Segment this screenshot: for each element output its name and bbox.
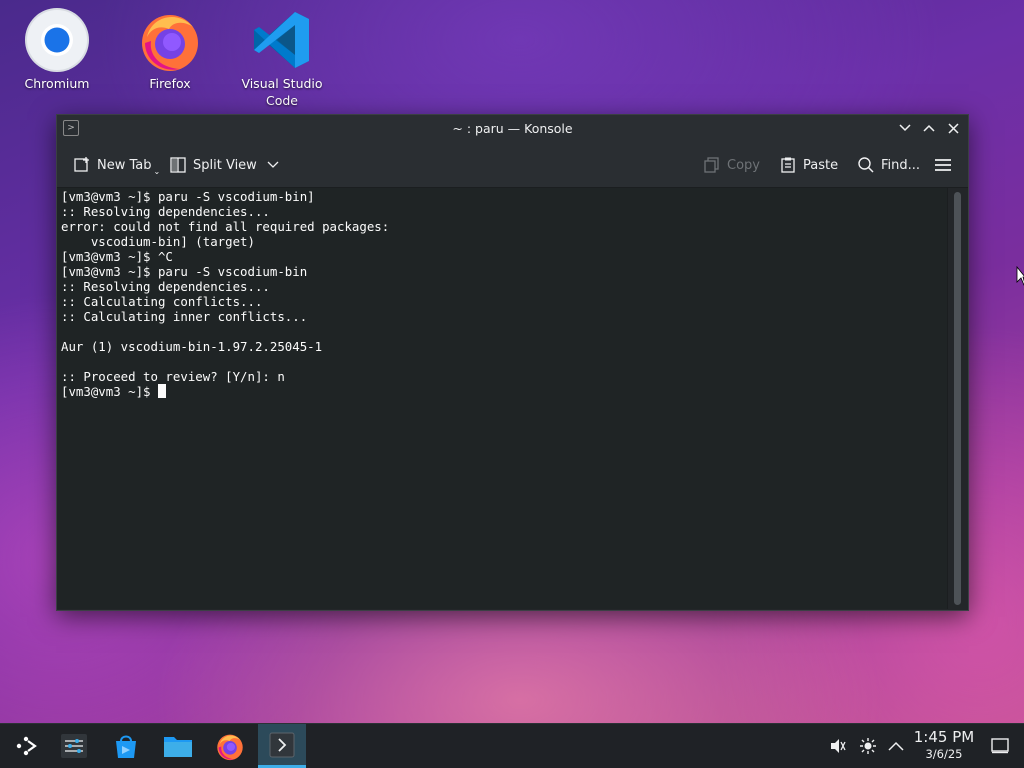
new-tab-label: New Tab <box>97 157 152 173</box>
terminal-line: error: could not find all required packa… <box>61 219 390 234</box>
taskbar-konsole[interactable] <box>258 724 306 768</box>
taskbar-discover[interactable] <box>102 724 150 768</box>
desktop-icon-chromium[interactable]: Chromium <box>7 7 107 92</box>
copy-label: Copy <box>727 157 760 173</box>
terminal-icon <box>269 732 295 757</box>
clock-time: 1:45 PM <box>913 728 975 746</box>
brightness-icon <box>860 738 876 754</box>
maximize-button[interactable] <box>920 118 938 138</box>
close-icon <box>947 122 959 134</box>
terminal-line: :: Resolving dependencies... <box>61 204 270 219</box>
desktop-icon-vscode[interactable]: Visual Studio Code <box>232 7 332 109</box>
terminal-line: :: Calculating inner conflicts... <box>61 309 308 324</box>
scrollbar-thumb[interactable] <box>954 192 961 605</box>
mouse-cursor-icon <box>1016 265 1024 290</box>
terminal-prompt-line: [vm3@vm3 ~]$ <box>57 384 947 399</box>
vscode-icon <box>249 7 315 73</box>
new-tab-button[interactable]: New Tab ⌄ <box>73 154 160 176</box>
terminal-line: :: Proceed to review? [Y/n]: n <box>61 369 285 384</box>
window-title: ~ : paru — Konsole <box>452 121 573 136</box>
show-desktop-button[interactable] <box>990 736 1010 756</box>
firefox-icon <box>217 734 243 761</box>
menu-button[interactable] <box>934 154 952 176</box>
digital-clock[interactable]: 1:45 PM 3/6/25 <box>912 728 976 761</box>
split-view-label: Split View <box>193 157 257 173</box>
copy-icon <box>704 157 719 173</box>
paste-icon <box>781 157 795 173</box>
konsole-window: > ~ : paru — Konsole New Tab ⌄ Split Vie… <box>56 114 969 611</box>
chromium-icon <box>24 7 90 73</box>
terminal-line: [vm3@vm3 ~]$ paru -S vscodium-bin <box>61 264 308 279</box>
terminal-line: :: Calculating conflicts... <box>61 294 263 309</box>
desktop-icon-label: Chromium <box>24 76 90 91</box>
settings-icon <box>61 734 87 758</box>
chevron-down-icon: ⌄ <box>153 166 161 176</box>
find-button[interactable]: Find... <box>857 154 920 176</box>
tray-expand[interactable] <box>886 736 906 756</box>
chevron-up-icon <box>888 741 904 751</box>
taskbar-system-settings[interactable] <box>50 724 98 768</box>
show-desktop-icon <box>991 738 1009 754</box>
terminal-cursor <box>157 384 166 398</box>
taskbar-firefox[interactable] <box>206 724 254 768</box>
terminal-line: vscodium-bin] (target) <box>61 234 255 249</box>
paste-button[interactable]: Paste <box>779 154 838 176</box>
close-button[interactable] <box>944 118 962 138</box>
chevron-down-icon <box>899 124 911 132</box>
terminal-line: :: Resolving dependencies... <box>61 279 270 294</box>
chevron-down-icon <box>267 161 279 168</box>
terminal-prompt: [vm3@vm3 ~]$ <box>61 384 158 399</box>
clock-date: 3/6/25 <box>925 747 963 761</box>
volume-muted-icon <box>831 739 846 753</box>
launcher-icon <box>16 736 37 756</box>
split-view-button[interactable]: Split View <box>169 154 279 176</box>
terminal-line: [vm3@vm3 ~]$ ^C <box>61 249 173 264</box>
terminal-scrollbar[interactable] <box>947 188 968 609</box>
window-titlebar[interactable]: > ~ : paru — Konsole <box>57 115 968 142</box>
taskbar: 1:45 PM 3/6/25 <box>0 723 1024 768</box>
search-icon <box>858 157 874 173</box>
split-view-icon <box>170 157 186 173</box>
konsole-toolbar: New Tab ⌄ Split View Copy Paste Find... <box>57 142 968 188</box>
minimize-button[interactable] <box>896 118 914 138</box>
copy-button[interactable]: Copy <box>703 154 760 176</box>
desktop-icon-label: Firefox <box>149 76 191 91</box>
tray-brightness[interactable] <box>858 736 878 756</box>
terminal-line: [vm3@vm3 ~]$ paru -S vscodium-bin] <box>61 189 315 204</box>
terminal-output[interactable]: [vm3@vm3 ~]$ paru -S vscodium-bin] :: Re… <box>57 188 947 609</box>
desktop-icon-label: Visual Studio Code <box>241 76 323 108</box>
desktop-icon-firefox[interactable]: Firefox <box>120 7 220 92</box>
chevron-up-icon <box>923 124 935 132</box>
taskbar-file-manager[interactable] <box>154 724 202 768</box>
tray-volume[interactable] <box>828 736 848 756</box>
new-tab-icon <box>74 157 89 172</box>
application-launcher-button[interactable] <box>2 724 50 768</box>
paste-label: Paste <box>803 157 839 173</box>
hamburger-menu-icon <box>935 159 951 171</box>
store-bag-icon <box>116 735 136 758</box>
find-label: Find... <box>881 157 921 173</box>
terminal-line: Aur (1) vscodium-bin-1.97.2.25045-1 <box>61 339 323 354</box>
firefox-icon <box>137 7 203 73</box>
folder-icon <box>164 737 192 757</box>
